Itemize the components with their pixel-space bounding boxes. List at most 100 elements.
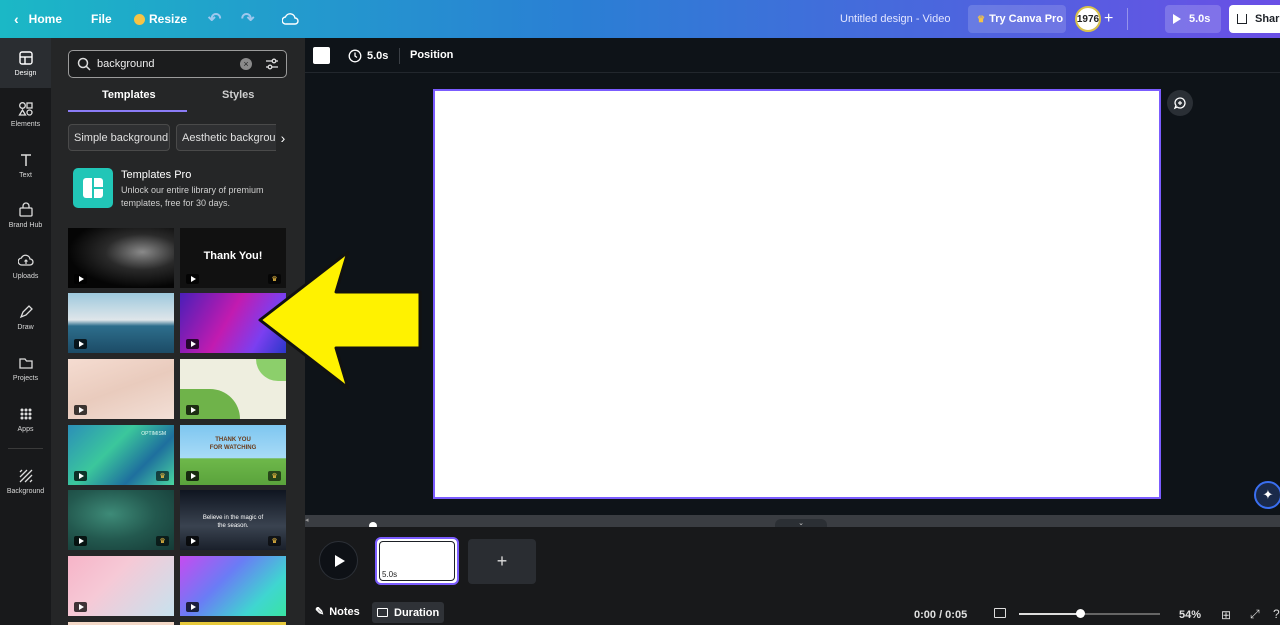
add-collaborator-icon[interactable]: + <box>1104 0 1113 38</box>
chip-simple-background[interactable]: Simple background <box>68 124 170 151</box>
templates-pro-icon <box>73 168 113 208</box>
chevron-left-icon: ◂ <box>305 517 309 524</box>
design-page[interactable] <box>433 89 1161 499</box>
play-icon <box>186 339 199 349</box>
left-sidebar: Design Elements Text Brand Hub Uploads D… <box>0 38 51 625</box>
position-button[interactable]: Position <box>410 49 453 61</box>
search-icon <box>77 57 91 71</box>
thumbnail-text: Believe in the magic of the season. <box>202 515 264 529</box>
play-icon <box>74 274 87 284</box>
timeline-clip[interactable]: 5.0s <box>375 537 459 585</box>
fullscreen-icon[interactable]: ⤢ <box>1250 607 1260 622</box>
sidebar-item-background[interactable]: Background <box>0 456 51 506</box>
add-page-button[interactable]: + <box>468 539 536 584</box>
try-canva-pro-button[interactable]: ♛ Try Canva Pro <box>968 5 1066 33</box>
thumbnail-text: FOR WATCHING <box>209 445 257 451</box>
filter-icon[interactable] <box>265 57 279 71</box>
grid-view-icon[interactable]: ⊞ <box>1221 608 1231 622</box>
clear-search-icon[interactable]: × <box>240 58 252 70</box>
sidebar-item-draw[interactable]: Draw <box>0 292 51 342</box>
notes-icon: ✎ <box>315 606 325 618</box>
canvas-area: ✦ <box>305 73 1280 515</box>
template-thumbnail[interactable]: Believe in the magic of the season. ♛ <box>180 490 286 550</box>
crown-icon: ♛ <box>268 471 281 481</box>
tab-templates[interactable]: Templates <box>102 89 156 101</box>
zoom-slider[interactable] <box>1019 609 1160 618</box>
timeline-play-button[interactable] <box>319 541 358 580</box>
template-thumbnail[interactable]: ♛ <box>68 490 174 550</box>
crown-icon: ♛ <box>977 13 986 24</box>
play-icon <box>74 339 87 349</box>
promo-line-2: templates, free for 30 days. <box>121 198 231 208</box>
context-toolbar: 5.0s Position <box>305 38 1280 73</box>
sidebar-item-design[interactable]: Design <box>0 38 51 88</box>
duration-button[interactable]: 5.0s <box>348 38 388 73</box>
projects-icon <box>18 357 33 369</box>
resize-button[interactable]: Resize <box>134 0 187 38</box>
clip-duration: 5.0s <box>382 570 398 579</box>
draw-icon <box>19 304 33 318</box>
sidebar-item-apps[interactable]: Apps <box>0 394 51 444</box>
play-icon <box>335 554 345 567</box>
duration-icon <box>377 608 388 617</box>
template-thumbnail[interactable] <box>68 556 174 616</box>
play-preview-button[interactable]: 5.0s <box>1165 5 1221 33</box>
timeline-scrubber[interactable]: ◂ ⌄ <box>305 515 1280 530</box>
redo-icon[interactable]: ↷ <box>241 0 254 38</box>
sidebar-item-uploads[interactable]: Uploads <box>0 241 51 291</box>
thumbnail-text: OPTIMISM <box>141 431 166 437</box>
notes-button[interactable]: ✎ Notes <box>315 605 360 619</box>
clock-icon <box>348 49 362 62</box>
crown-icon <box>134 13 145 25</box>
sidebar-item-text[interactable]: Text <box>0 140 51 190</box>
sidebar-item-projects[interactable]: Projects <box>0 343 51 393</box>
undo-icon[interactable]: ↶ <box>208 0 221 38</box>
search-input[interactable]: background <box>97 58 240 70</box>
home-button[interactable]: ‹ Home <box>14 0 62 38</box>
document-title[interactable]: Untitled design - Video <box>840 0 950 38</box>
crown-icon: ♛ <box>268 536 281 546</box>
search-box: background × <box>68 50 287 78</box>
comment-icon[interactable] <box>1167 90 1193 116</box>
promo-line-1: Unlock our entire library of premium <box>121 185 264 195</box>
apps-icon <box>20 408 31 419</box>
chevron-right-icon[interactable]: › <box>276 124 290 151</box>
template-thumbnail[interactable]: THANK YOU FOR WATCHING ♛ <box>180 425 286 485</box>
avatar[interactable]: 1976 <box>1075 6 1101 32</box>
share-button[interactable]: Share <box>1229 5 1280 33</box>
text-icon <box>20 153 31 166</box>
divider <box>399 48 400 64</box>
template-thumbnail[interactable] <box>68 228 174 288</box>
zoom-slider-handle[interactable] <box>1076 609 1085 618</box>
play-icon <box>1173 14 1181 24</box>
page-view-icon[interactable] <box>994 608 1006 618</box>
template-thumbnail[interactable] <box>180 556 286 616</box>
sidebar-item-brand-hub[interactable]: Brand Hub <box>0 190 51 240</box>
chevron-left-icon: ‹ <box>14 11 19 27</box>
file-menu[interactable]: File <box>91 0 112 38</box>
active-tab-indicator <box>68 110 187 112</box>
crown-icon: ♛ <box>156 471 169 481</box>
help-icon[interactable]: ? <box>1273 607 1280 621</box>
duration-toggle-button[interactable]: Duration <box>372 602 445 623</box>
template-thumbnail[interactable] <box>68 293 174 353</box>
chip-aesthetic-background[interactable]: Aesthetic background <box>176 124 288 151</box>
template-thumbnail[interactable] <box>68 359 174 419</box>
sidebar-item-elements[interactable]: Elements <box>0 89 51 139</box>
uploads-icon <box>17 254 34 266</box>
color-swatch[interactable] <box>313 47 330 64</box>
divider <box>8 448 43 449</box>
tab-styles[interactable]: Styles <box>222 89 254 101</box>
templates-pro-promo[interactable]: Templates Pro Unlock our entire library … <box>68 166 288 212</box>
collapse-timeline-icon[interactable]: ⌄ <box>775 519 827 527</box>
panel-tabs: Templates Styles <box>68 89 287 112</box>
template-thumbnail[interactable]: OPTIMISM ♛ <box>68 425 174 485</box>
divider <box>1127 8 1128 30</box>
brand-hub-icon <box>18 201 33 217</box>
zoom-level[interactable]: 54% <box>1179 609 1201 621</box>
magic-sparkle-icon[interactable]: ✦ <box>1254 481 1280 509</box>
background-icon <box>19 469 32 482</box>
elements-icon <box>17 101 33 116</box>
play-icon <box>186 405 199 415</box>
cloud-save-icon[interactable] <box>282 0 299 38</box>
